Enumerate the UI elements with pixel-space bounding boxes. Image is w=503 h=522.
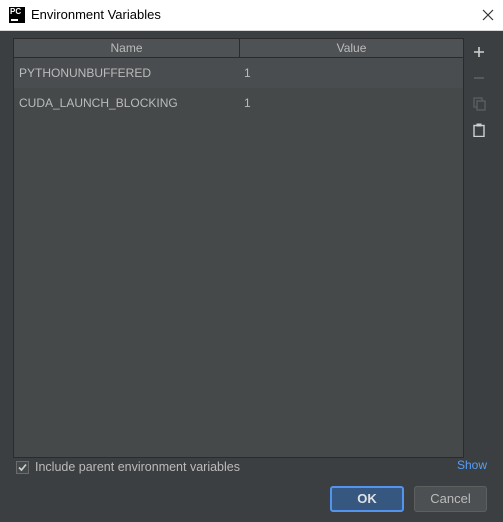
paste-button[interactable]: [466, 118, 492, 142]
add-icon: [474, 47, 484, 57]
cancel-button[interactable]: Cancel: [414, 486, 487, 512]
env-var-value-cell[interactable]: 1: [244, 66, 251, 80]
env-var-value-cell[interactable]: 1: [244, 96, 251, 110]
include-parent-label[interactable]: Include parent environment variables: [35, 460, 240, 474]
copy-button[interactable]: [466, 92, 492, 116]
remove-icon: [474, 77, 484, 79]
ok-button[interactable]: OK: [330, 486, 404, 512]
env-var-table[interactable]: Name Value PYTHONUNBUFFERED 1 CUDA_LAUNC…: [13, 38, 464, 458]
column-header-name[interactable]: Name: [14, 39, 240, 57]
checkmark-icon: [18, 463, 27, 471]
title-bar: PC Environment Variables: [0, 0, 503, 31]
add-button[interactable]: [466, 40, 492, 64]
table-toolbar: [466, 38, 492, 458]
app-icon-text: PC: [10, 7, 22, 16]
show-link[interactable]: Show: [457, 458, 487, 472]
table-row[interactable]: CUDA_LAUNCH_BLOCKING 1: [14, 88, 463, 118]
pycharm-app-icon: PC: [9, 7, 25, 23]
environment-variables-dialog: PC Environment Variables Name Value PYTH…: [0, 0, 503, 522]
include-parent-checkbox[interactable]: [16, 460, 29, 474]
column-header-value[interactable]: Value: [240, 39, 463, 57]
close-button[interactable]: [473, 0, 503, 30]
paste-icon: [473, 123, 485, 137]
env-var-name-cell[interactable]: PYTHONUNBUFFERED: [14, 66, 244, 80]
remove-button[interactable]: [466, 66, 492, 90]
copy-icon: [472, 97, 486, 111]
table-row[interactable]: PYTHONUNBUFFERED 1: [14, 58, 463, 88]
include-parent-option: Include parent environment variables: [16, 458, 240, 476]
table-header: Name Value: [14, 39, 463, 58]
env-var-name-cell[interactable]: CUDA_LAUNCH_BLOCKING: [14, 96, 244, 110]
dialog-title: Environment Variables: [31, 7, 161, 22]
close-icon: [482, 9, 494, 21]
